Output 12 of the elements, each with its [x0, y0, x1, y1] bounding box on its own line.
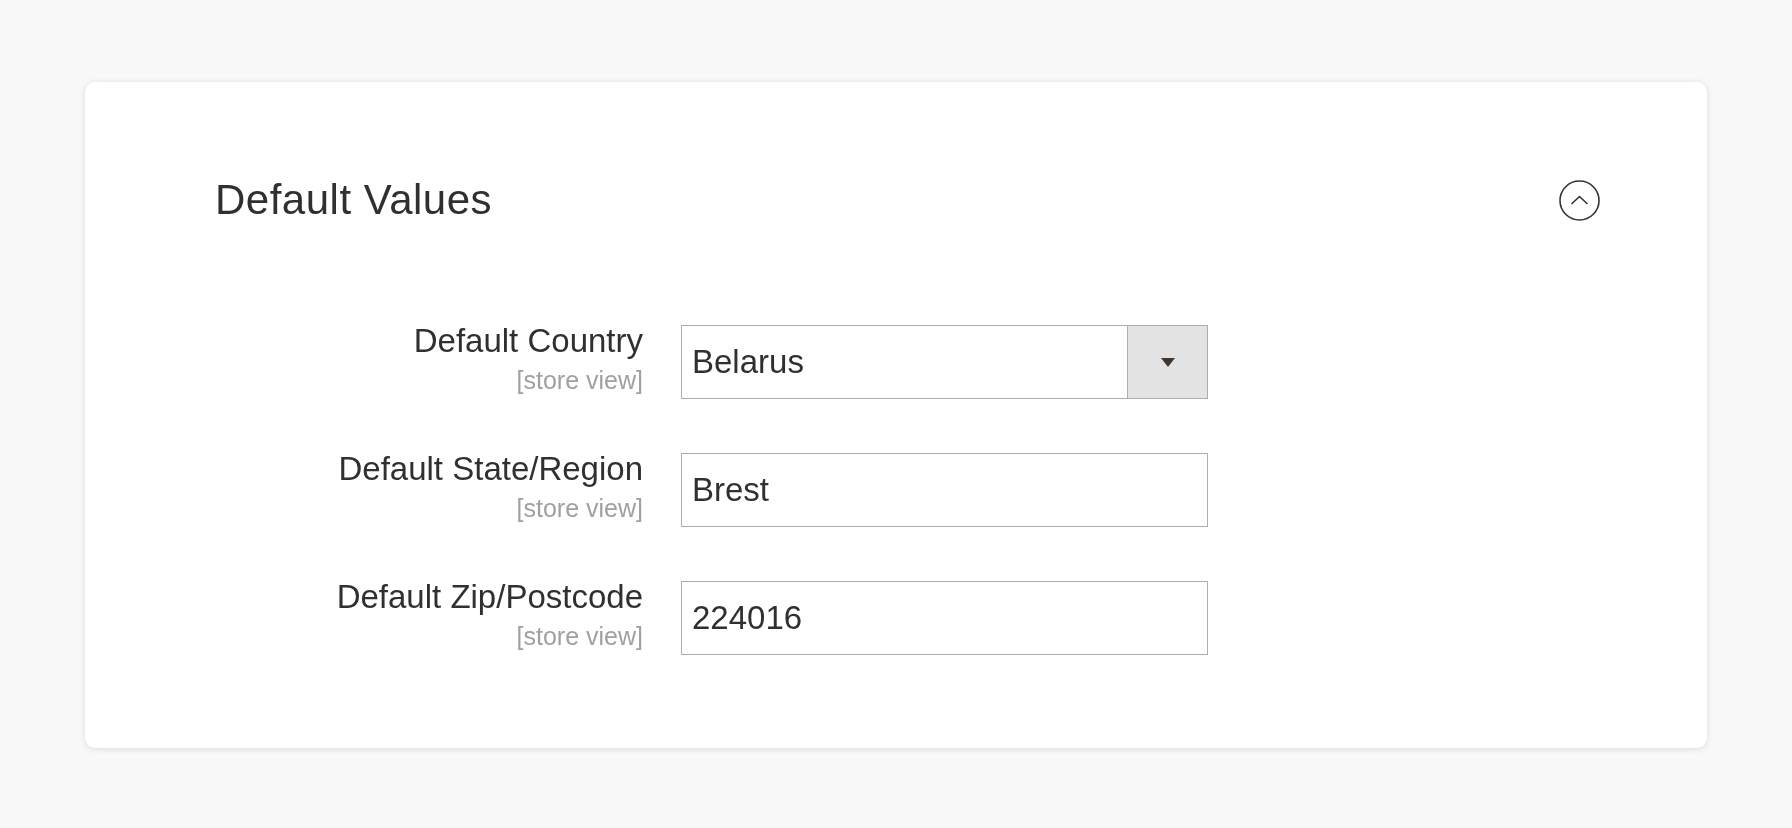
field-label: Default Country [413, 321, 643, 361]
scope-label: [store view] [516, 365, 643, 395]
caret-icon [1160, 357, 1175, 367]
select-field[interactable]: Belarus [681, 325, 1208, 400]
collapse-toggle-icon[interactable] [1559, 179, 1600, 221]
section-title: Default Values [215, 175, 493, 225]
text-field[interactable]: 224016 [681, 581, 1208, 656]
field-label: Default State/Region [338, 449, 643, 489]
scope-label: [store view] [516, 493, 643, 523]
field-label: Default Zip/Postcode [336, 577, 643, 617]
scope-label: [store view] [516, 621, 643, 651]
text-field[interactable]: Brest [681, 453, 1208, 528]
